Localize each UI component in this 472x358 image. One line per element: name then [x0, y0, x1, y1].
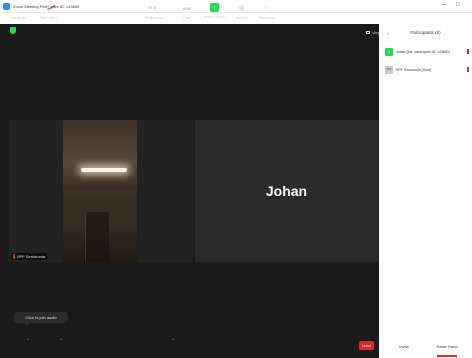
participants-chevron-icon[interactable]: ^: [172, 337, 174, 342]
participant-row[interactable]: J Johan (Me, participant ID: 143660): [385, 47, 470, 56]
mic-muted-icon: [467, 49, 469, 54]
start-video-button[interactable]: ■ Start Video: [40, 3, 57, 20]
participant-name: SPF Senioronia (Host): [396, 67, 432, 72]
grid-view-icon: [366, 31, 370, 34]
record-label: Record: [236, 16, 248, 20]
chat-label: Chat: [183, 16, 191, 20]
record-button[interactable]: ◉ Record: [236, 3, 247, 20]
join-audio-label: Join Audio: [10, 16, 27, 20]
tooltip-text: Click to join audio: [25, 315, 57, 320]
raise-hand-button[interactable]: Raise Hand: [435, 342, 459, 351]
raise-hand-highlight: [437, 355, 457, 357]
video-off-icon: ■: [46, 3, 52, 12]
self-name: Johan: [265, 183, 308, 199]
start-video-label: Start Video: [40, 16, 58, 20]
participant-row[interactable]: SPF SPF Senioronia (Host): [385, 65, 470, 74]
avatar: SPF: [385, 65, 393, 74]
reactions-label: Reactions: [259, 16, 275, 20]
video-options-chevron-icon[interactable]: ^: [60, 337, 62, 342]
mic-muted-icon: [467, 67, 469, 72]
participants-label: Participants: [145, 16, 164, 20]
leave-button[interactable]: Leave: [359, 341, 374, 350]
camera-feed: [63, 120, 137, 262]
chat-button[interactable]: ▬ Chat: [183, 3, 191, 20]
tile-name-tag: SPF Senioronia: [11, 253, 48, 260]
participants-button[interactable]: ●●2 Participants: [145, 3, 163, 20]
join-audio-button[interactable]: ∩ Join Audio: [10, 3, 26, 20]
invite-button[interactable]: Invite: [393, 342, 415, 351]
minimize-button[interactable]: –: [442, 2, 445, 8]
join-audio-tooltip: Click to join audio: [14, 312, 68, 326]
meeting-toolbar: [0, 334, 379, 358]
reactions-button[interactable]: ☺ Reactions: [259, 3, 275, 20]
participants-panel: [379, 24, 472, 358]
zoom-logo-icon: [3, 2, 10, 10]
reactions-icon: ☺: [262, 3, 271, 12]
participants-panel-title: Participants (2): [410, 30, 441, 35]
share-screen-label: Share Screen: [204, 15, 226, 19]
tile-left-name: SPF Senioronia: [17, 254, 46, 259]
record-icon: ◉: [238, 3, 246, 12]
participants-icon: ●●2: [147, 3, 161, 12]
share-screen-icon: ↑: [210, 3, 220, 12]
chat-icon: ▬: [183, 3, 191, 12]
security-shield-icon[interactable]: [10, 27, 16, 34]
avatar: J: [385, 47, 393, 56]
participants-panel-footer: Invite Raise Hand: [379, 338, 472, 354]
maximize-button[interactable]: □: [456, 2, 460, 8]
participants-count: 2: [158, 6, 161, 10]
doorway: [85, 212, 109, 262]
headphones-icon: ∩: [15, 3, 21, 12]
participant-name: Johan (Me, participant ID: 143660): [396, 49, 450, 54]
ceiling-lamp: [81, 168, 127, 172]
share-screen-button[interactable]: ↑ Share Screen: [204, 3, 225, 19]
audio-options-chevron-icon[interactable]: ^: [27, 337, 29, 342]
mic-muted-icon: [13, 254, 15, 259]
video-tile-self[interactable]: Johan: [195, 120, 378, 262]
